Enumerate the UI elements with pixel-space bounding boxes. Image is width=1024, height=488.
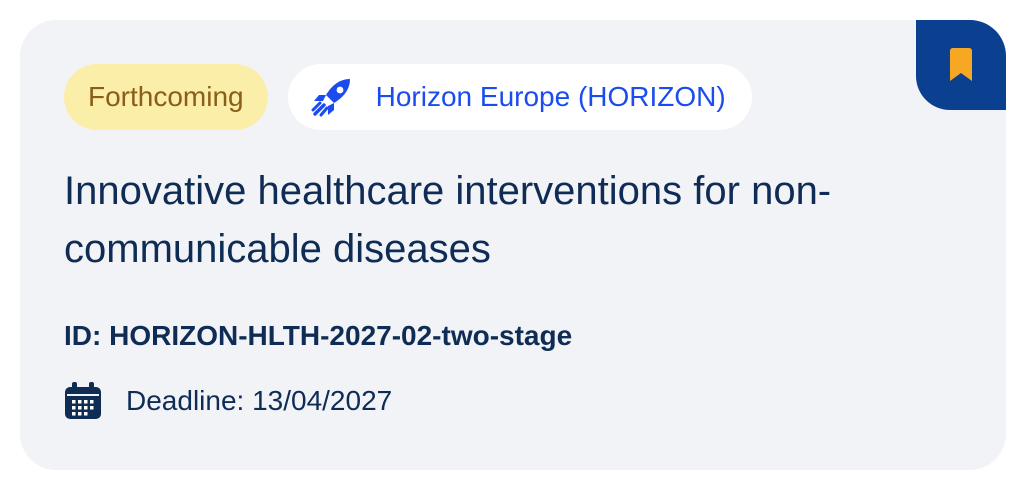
bookmark-icon [950,48,972,81]
program-tag[interactable]: Horizon Europe (HORIZON) [287,64,752,130]
call-title[interactable]: Innovative healthcare interventions for … [64,162,954,278]
status-badge: Forthcoming [64,64,268,130]
calendar-icon [64,382,102,420]
program-label: Horizon Europe (HORIZON) [375,81,726,112]
call-id: ID: HORIZON-HLTH-2027-02-two-stage [64,320,573,351]
deadline-row: Deadline: 13/04/2027 [64,382,392,420]
bookmark-button[interactable] [916,20,1006,110]
call-card[interactable]: Forthcoming Horizon Europe (HORIZON) Inn… [20,20,1006,470]
deadline-text: Deadline: 13/04/2027 [126,385,393,416]
tag-row: Forthcoming Horizon Europe (HORIZON) [64,64,752,130]
rocket-icon [310,77,356,117]
